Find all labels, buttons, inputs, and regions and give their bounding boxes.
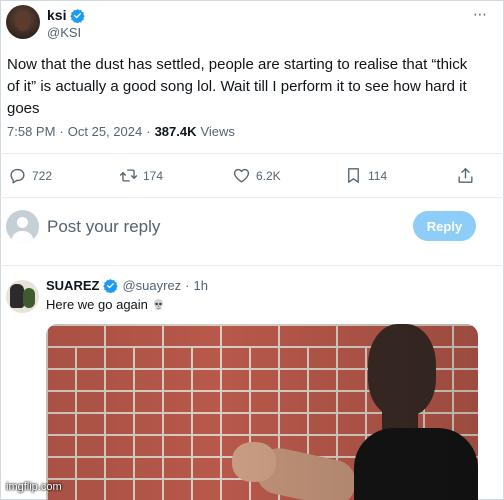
reply-text: Here we go again — [46, 297, 148, 312]
reply-action[interactable]: 722 — [8, 166, 52, 185]
reply-icon — [10, 168, 25, 184]
like-action[interactable]: 6.2K — [232, 166, 281, 185]
skull-icon — [153, 299, 164, 310]
like-icon — [233, 168, 250, 183]
bookmark-action[interactable]: 114 — [344, 166, 387, 185]
views-label: Views — [200, 124, 235, 139]
author-name-row: ksi — [47, 7, 86, 23]
views-count: 387.4K — [154, 124, 197, 139]
reply-author-handle[interactable]: @suayrez — [122, 278, 181, 293]
image-shading — [46, 324, 478, 500]
like-count: 6.2K — [256, 168, 281, 183]
current-user-avatar[interactable] — [6, 210, 39, 243]
verified-badge-icon — [103, 278, 119, 293]
repost-action[interactable]: 174 — [119, 166, 163, 185]
reply-count: 722 — [32, 168, 53, 183]
tweet-actions-bar: 722 174 6.2K 114 — [0, 162, 504, 190]
reply-text-row: Here we go again — [46, 297, 165, 312]
suarez-avatar[interactable] — [6, 280, 39, 313]
share-icon — [458, 168, 473, 183]
reply-button[interactable]: Reply — [413, 211, 476, 241]
reply-header: SUAREZ @suayrez · 1h — [46, 278, 208, 293]
reply-time[interactable]: 1h — [194, 278, 208, 293]
ksi-avatar[interactable] — [6, 5, 40, 39]
reply-input[interactable] — [47, 215, 387, 239]
tweet-time[interactable]: 7:58 PM — [7, 124, 55, 139]
divider — [0, 265, 504, 266]
repost-icon — [119, 169, 138, 182]
reply-author-name[interactable]: SUAREZ — [46, 278, 99, 293]
bookmark-icon — [348, 168, 359, 183]
bookmark-count: 114 — [368, 168, 388, 183]
reply-media-image[interactable] — [46, 324, 478, 500]
author-name[interactable]: ksi — [47, 7, 66, 23]
divider — [0, 197, 504, 198]
watermark: imgflip.com — [6, 481, 62, 493]
author-handle[interactable]: @KSI — [47, 25, 81, 40]
divider — [0, 153, 504, 154]
reply-separator: · — [185, 278, 190, 293]
repost-count: 174 — [143, 168, 164, 183]
meta-separator: · — [146, 124, 151, 139]
tweet-date[interactable]: Oct 25, 2024 — [68, 124, 142, 139]
verified-badge-icon — [70, 8, 86, 23]
meta-separator: · — [59, 124, 64, 139]
tweet-text: Now that the dust has settled, people ar… — [7, 56, 468, 117]
share-action[interactable] — [456, 166, 475, 185]
tweet-meta: 7:58 PM · Oct 25, 2024 · 387.4K Views — [7, 124, 235, 139]
more-icon[interactable]: ⋯ — [473, 7, 488, 21]
